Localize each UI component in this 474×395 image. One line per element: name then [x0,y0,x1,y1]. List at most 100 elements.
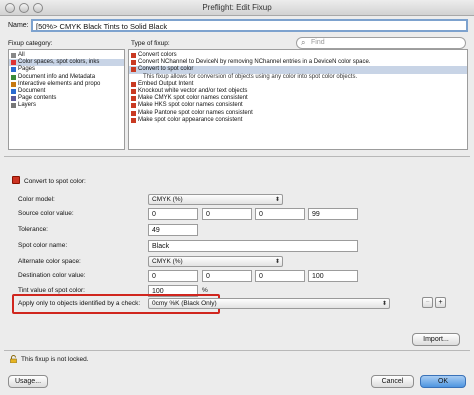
fixup-icon [131,67,136,73]
source-y-field[interactable]: 0 [255,208,305,220]
import-button[interactable]: Import... [412,333,460,346]
fixup-type-label: This fixup allows for conversion of obje… [143,73,358,80]
fixup-type-label: Embed Output Intent [138,80,194,87]
fixup-type-item[interactable]: Make spot color appearance consistent [129,117,467,124]
fixup-type-label: Convert colors [138,52,177,58]
document-icon [11,89,16,95]
lock-icon[interactable] [10,355,17,364]
category-item-label: Interactive elements and propo [18,80,101,87]
minimize-window-button[interactable] [19,3,29,13]
fixup-type-item[interactable]: Make CMYK spot color names consistent [129,95,467,102]
alternate-color-space-select[interactable]: CMYK (%) ⬍ [148,256,283,267]
category-item-label: Color spaces, spot colors, inks [18,59,100,66]
color-model-value: CMYK (%) [152,196,183,203]
fixup-type-label: Make Pantone spot color names consistent [138,109,253,116]
source-c-field[interactable]: 0 [148,208,198,220]
close-window-button[interactable] [5,3,15,13]
name-label: Name: [8,22,29,29]
fixup-type-item[interactable]: Convert NChannel to DeviceN by removing … [129,59,467,66]
usage-button[interactable]: Usage... [8,375,48,388]
list-icon [11,53,16,59]
type-of-fixup-list[interactable]: Convert colors Convert NChannel to Device… [128,49,468,150]
chevron-down-icon: ⬍ [274,259,280,265]
fixup-icon [131,96,136,102]
fixup-type-label: Make CMYK spot color names consistent [138,95,248,102]
category-item-label: Page contents [18,95,57,102]
fixup-type-label: Make HKS spot color names consistent [138,102,243,109]
fixup-icon [131,53,136,59]
fixup-type-item[interactable]: Make Pantone spot color names consistent [129,110,467,117]
category-item[interactable]: Page contents [9,95,124,102]
apply-check-value: 0cmy %K (Black Only) [152,300,217,307]
color-model-select[interactable]: CMYK (%) ⬍ [148,194,283,205]
category-item-label: Layers [18,102,37,109]
search-icon: ⌕ [301,38,306,47]
category-item[interactable]: Document [9,88,124,95]
source-m-field[interactable]: 0 [202,208,252,220]
find-search-field[interactable]: ⌕ Find [296,37,466,49]
fixup-icon [131,117,136,123]
fixup-type-item[interactable]: Make HKS spot color names consistent [129,102,467,109]
fixup-type-item[interactable]: Convert colors [129,52,467,59]
spot-color-name-label: Spot color name: [18,242,68,249]
page-contents-icon [11,96,16,102]
source-k-field[interactable]: 99 [308,208,358,220]
name-field[interactable]: [50%> CMYK Black Tints to Solid Black [31,19,468,32]
fixup-icon [131,110,136,116]
zoom-window-button[interactable] [33,3,43,13]
ok-button[interactable]: OK [420,375,466,388]
category-item[interactable]: Document info and Metadata [9,74,124,81]
search-placeholder: Find [311,39,325,46]
category-item[interactable]: Pages [9,66,124,73]
add-check-button[interactable]: + [435,297,446,308]
category-item[interactable]: All [9,52,124,59]
fixup-description: This fixup allows for conversion of obje… [129,74,467,81]
settings-heading: Convert to spot color: [24,178,86,185]
destination-k-field[interactable]: 100 [308,270,358,282]
type-of-fixup-label: Type of fixup: [131,40,170,47]
category-item[interactable]: Layers [9,102,124,109]
tint-unit: % [202,287,208,294]
category-item-label: All [18,52,25,58]
chevron-down-icon: ⬍ [274,197,280,203]
layers-icon [11,103,16,109]
apply-check-select[interactable]: 0cmy %K (Black Only) ⬍ [148,298,390,309]
color-icon [11,60,16,66]
destination-m-field[interactable]: 0 [202,270,252,282]
destination-c-field[interactable]: 0 [148,270,198,282]
destination-y-field[interactable]: 0 [255,270,305,282]
destination-color-label: Destination color value: [18,272,86,279]
category-item-label: Document info and Metadata [18,73,96,80]
color-model-label: Color model: [18,196,55,203]
category-item[interactable]: Interactive elements and propo [9,81,124,88]
fixup-icon [131,81,136,87]
fixup-icon [131,103,136,109]
fixup-type-item[interactable]: Embed Output Intent [129,81,467,88]
fixup-type-item[interactable]: Convert to spot color [129,66,467,74]
info-icon [11,74,16,80]
fixup-category-list[interactable]: All Color spaces, spot colors, inks Pages D… [8,49,125,150]
cancel-button[interactable]: Cancel [371,375,414,388]
fixup-type-item[interactable]: Knockout white vector and/or text object… [129,88,467,95]
fixup-category-label: Fixup category: [8,40,53,47]
remove-check-button[interactable]: − [422,297,433,308]
category-item-label: Pages [18,66,36,73]
fixup-icon [131,89,136,95]
apply-check-label: Apply only to objects identified by a ch… [18,300,141,307]
fixup-icon [131,60,136,66]
window-controls [5,3,43,13]
lock-status-text: This fixup is not locked. [21,356,89,363]
category-item-label: Document [18,87,46,94]
convert-spot-color-icon [12,176,20,184]
tint-value-label: Tint value of spot color: [18,287,85,294]
chevron-down-icon: ⬍ [381,301,387,307]
tolerance-field[interactable]: 49 [148,224,198,236]
window-title: Preflight: Edit Fixup [202,3,272,12]
spot-color-name-field[interactable]: Black [148,240,358,252]
fixup-type-label: Convert NChannel to DeviceN by removing … [138,59,371,66]
tolerance-label: Tolerance: [18,226,48,233]
title-bar: Preflight: Edit Fixup [0,0,474,16]
alternate-color-space-value: CMYK (%) [152,258,183,265]
category-item[interactable]: Color spaces, spot colors, inks [9,59,124,67]
fixup-type-label: Make spot color appearance consistent [138,116,243,123]
